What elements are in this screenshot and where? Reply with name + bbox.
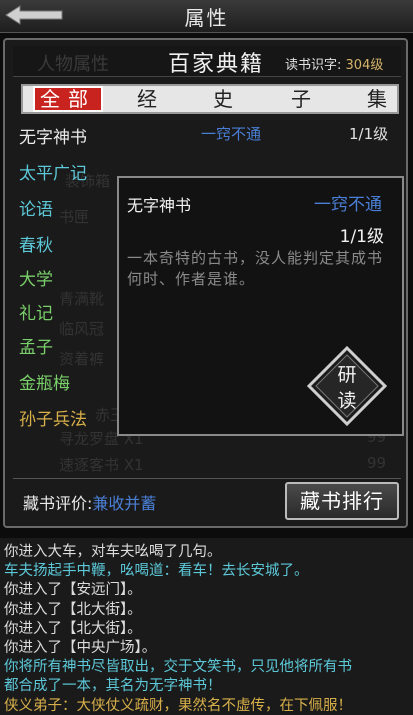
evaluation-label: 藏书评价:	[23, 494, 93, 513]
book-level: 1/1级	[349, 125, 389, 143]
tab-ji[interactable]: 集	[361, 86, 401, 112]
book-name: 孟子	[19, 338, 53, 358]
knowledge-label: 读书识字:	[285, 58, 342, 73]
study-button[interactable]: 研 读	[307, 346, 387, 426]
log-line: 车夫扬起手中鞭，吆喝道：看车！去长安城了。	[4, 563, 309, 580]
message-log: 你进入大车，对车夫吆喝了几句。车夫扬起手中鞭，吆喝道：看车！去长安城了。 你进入了…	[0, 538, 413, 715]
tab-jing[interactable]: 经	[131, 86, 171, 112]
log-line: 都合成了一本，其名为无字神书！	[4, 678, 222, 695]
log-line: 你将所有神书尽皆取出，交于文笑书，只见他将所有书	[4, 659, 352, 676]
category-tabs: 全部 经 史 子 集	[21, 84, 399, 114]
evaluation-value: 兼收并蓄	[92, 494, 157, 513]
book-detail-popup: 无字神书 一窍不通 1/1级 一本奇特的古书，没人能判定其成书何时、作者是谁。 …	[117, 176, 404, 436]
book-name: 孙子兵法	[19, 410, 87, 430]
popup-book-name: 无字神书	[127, 196, 192, 215]
section-title: 百家典籍	[168, 52, 265, 77]
book-name: 礼记	[19, 304, 53, 324]
book-collection-panel: 装饰箱轻车熟路4090613书匣7273/303级衣青满靴临风冠资着裤香寻龙罗盘…	[3, 38, 408, 528]
panel-header: 人物属性 百家典籍 读书识字: 304级	[13, 46, 401, 77]
log-line: 你进入了【北大街】。	[4, 620, 142, 637]
log-line: 你进入了【中央广场】。	[4, 640, 157, 656]
book-status: 一窍不通	[201, 125, 262, 143]
study-label-1: 研	[337, 364, 357, 386]
log-line: 你进入了【安远门】。	[4, 582, 142, 599]
log-line: 你进入大车，对车夫吆喝了几句。	[4, 544, 222, 560]
popup-book-status: 一窍不通	[314, 195, 382, 215]
tab-all[interactable]: 全部	[33, 86, 103, 112]
book-name: 太平广记	[19, 164, 87, 184]
book-name: 金瓶梅	[19, 374, 70, 394]
ghost-text: 速逐客书 X1	[59, 456, 144, 474]
book-name: 春秋	[19, 236, 53, 256]
popup-book-description: 一本奇特的古书，没人能判定其成书何时、作者是谁。	[127, 249, 384, 288]
book-name: 大学	[19, 270, 53, 290]
log-line: 你进入了【北大街】。	[4, 601, 142, 618]
ghost-text: 99	[367, 454, 387, 472]
page-title: 属性	[184, 6, 229, 30]
tab-shi[interactable]: 史	[207, 86, 247, 112]
collection-ranking-button[interactable]: 藏书排行	[285, 482, 399, 520]
book-name: 无字神书	[19, 128, 87, 148]
book-name: 论语	[19, 200, 53, 220]
ghost-tab-label: 人物属性	[37, 54, 109, 75]
knowledge-value: 304级	[345, 58, 384, 73]
tab-zi[interactable]: 子	[285, 86, 325, 112]
collection-evaluation: 藏书评价:兼收并蓄	[23, 490, 156, 514]
title-bar: 属性	[0, 0, 413, 33]
footer-divider	[13, 478, 401, 479]
book-row[interactable]: 无字神书 一窍不通 1/1级	[5, 120, 405, 150]
knowledge-level: 读书识字: 304级	[285, 54, 383, 73]
popup-book-level: 1/1级	[339, 227, 384, 247]
log-line: 侠义弟子：大侠仗义疏财，果然名不虚传，在下佩服！	[4, 697, 352, 714]
study-label-2: 读	[337, 390, 357, 412]
